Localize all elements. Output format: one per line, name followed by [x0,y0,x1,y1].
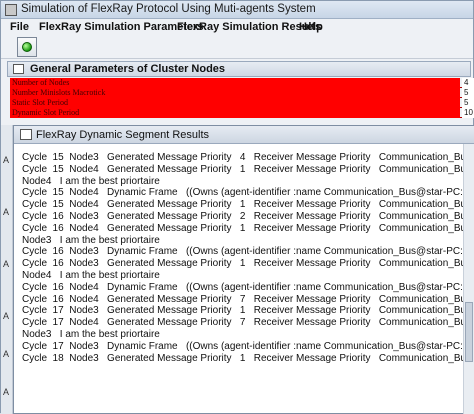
parameter-label: Number of Nodes [10,78,460,88]
log-line: Cycle 17 Node3 Dynamic Frame ((Owns (age… [22,340,467,352]
background-frame-edge: A A A A A A [1,125,13,414]
log-line: Cycle 15 Node4 Generated Message Priorit… [22,163,467,175]
parameters-table: Number of Nodes 4 Number Minislots Macro… [10,78,474,118]
cluster-parameters-title: General Parameters of Cluster Nodes [30,63,226,75]
log-line: Cycle 16 Node3 Dynamic Frame ((Owns (age… [22,246,467,258]
window-icon [13,64,24,74]
parameter-value[interactable]: 5 [462,88,474,98]
log-line: Node3 I am the best priortaire [22,328,160,340]
log-line: Cycle 16 Node3 Generated Message Priorit… [22,210,467,222]
menu-bar: File FlexRay Simulation Parameters FlexR… [1,19,473,35]
run-simulation-button[interactable] [17,37,37,57]
scrollbar-thumb[interactable] [465,302,473,362]
edge-letter: A [3,311,10,321]
window-title: Simulation of FlexRay Protocol Using Mut… [21,3,316,15]
table-row: Number Minislots Macrotick 5 [10,88,474,98]
table-row: Static Slot Period 5 [10,98,474,108]
log-line: Cycle 16 Node4 Generated Message Priorit… [22,293,467,305]
edge-letter: A [3,155,10,165]
results-title: FlexRay Dynamic Segment Results [36,129,210,141]
log-line: Cycle 15 Node4 Generated Message Priorit… [22,199,467,211]
toolbar [1,35,473,59]
parameter-value[interactable]: 5 [462,98,474,108]
app-window: Simulation of FlexRay Protocol Using Mut… [0,0,474,414]
log-line: Cycle 17 Node3 Generated Message Priorit… [22,305,467,317]
log-line: Cycle 16 Node4 Dynamic Frame ((Owns (age… [22,281,467,293]
edge-letter: A [3,387,10,397]
log-line: Cycle 16 Node4 Generated Message Priorit… [22,222,467,234]
parameter-label: Static Slot Period [10,98,460,108]
parameter-value[interactable]: 4 [462,78,474,88]
title-bar[interactable]: Simulation of FlexRay Protocol Using Mut… [1,1,473,19]
parameter-label: Dynamic Slot Period [10,108,460,118]
edge-letter: A [3,259,10,269]
log-line: Cycle 18 Node3 Generated Message Priorit… [22,352,467,364]
green-circle-icon [22,42,32,52]
window-icon [20,129,32,140]
results-header[interactable]: FlexRay Dynamic Segment Results [14,126,474,144]
parameter-label: Number Minislots Macrotick [10,88,460,98]
cluster-parameters-frame: General Parameters of Cluster Nodes Numb… [7,61,474,121]
menu-help[interactable]: Help [299,21,323,33]
dynamic-segment-results-window: FlexRay Dynamic Segment Results Cycle 15… [13,125,474,414]
menu-file[interactable]: File [10,21,29,33]
log-line: Node4 I am the best priortaire [22,175,160,187]
table-row: Number of Nodes 4 [10,78,474,88]
log-line: Cycle 15 Node3 Generated Message Priorit… [22,152,467,163]
cluster-parameters-header[interactable]: General Parameters of Cluster Nodes [7,61,471,77]
edge-letter: A [3,207,10,217]
table-row: Dynamic Slot Period 10 [10,108,474,118]
app-icon [5,4,17,16]
parameter-value[interactable]: 10 [462,108,474,118]
edge-letter: A [3,349,10,359]
log-line: Cycle 16 Node3 Generated Message Priorit… [22,258,467,270]
log-line: Node3 I am the best priortaire [22,234,160,246]
log-line: Cycle 17 Node4 Generated Message Priorit… [22,317,467,329]
log-line: Node4 I am the best priortaire [22,269,160,281]
results-log[interactable]: Cycle 15 Node3 Generated Message Priorit… [22,152,467,414]
log-line: Cycle 15 Node4 Dynamic Frame ((Owns (age… [22,187,467,199]
vertical-scrollbar[interactable] [463,144,474,414]
